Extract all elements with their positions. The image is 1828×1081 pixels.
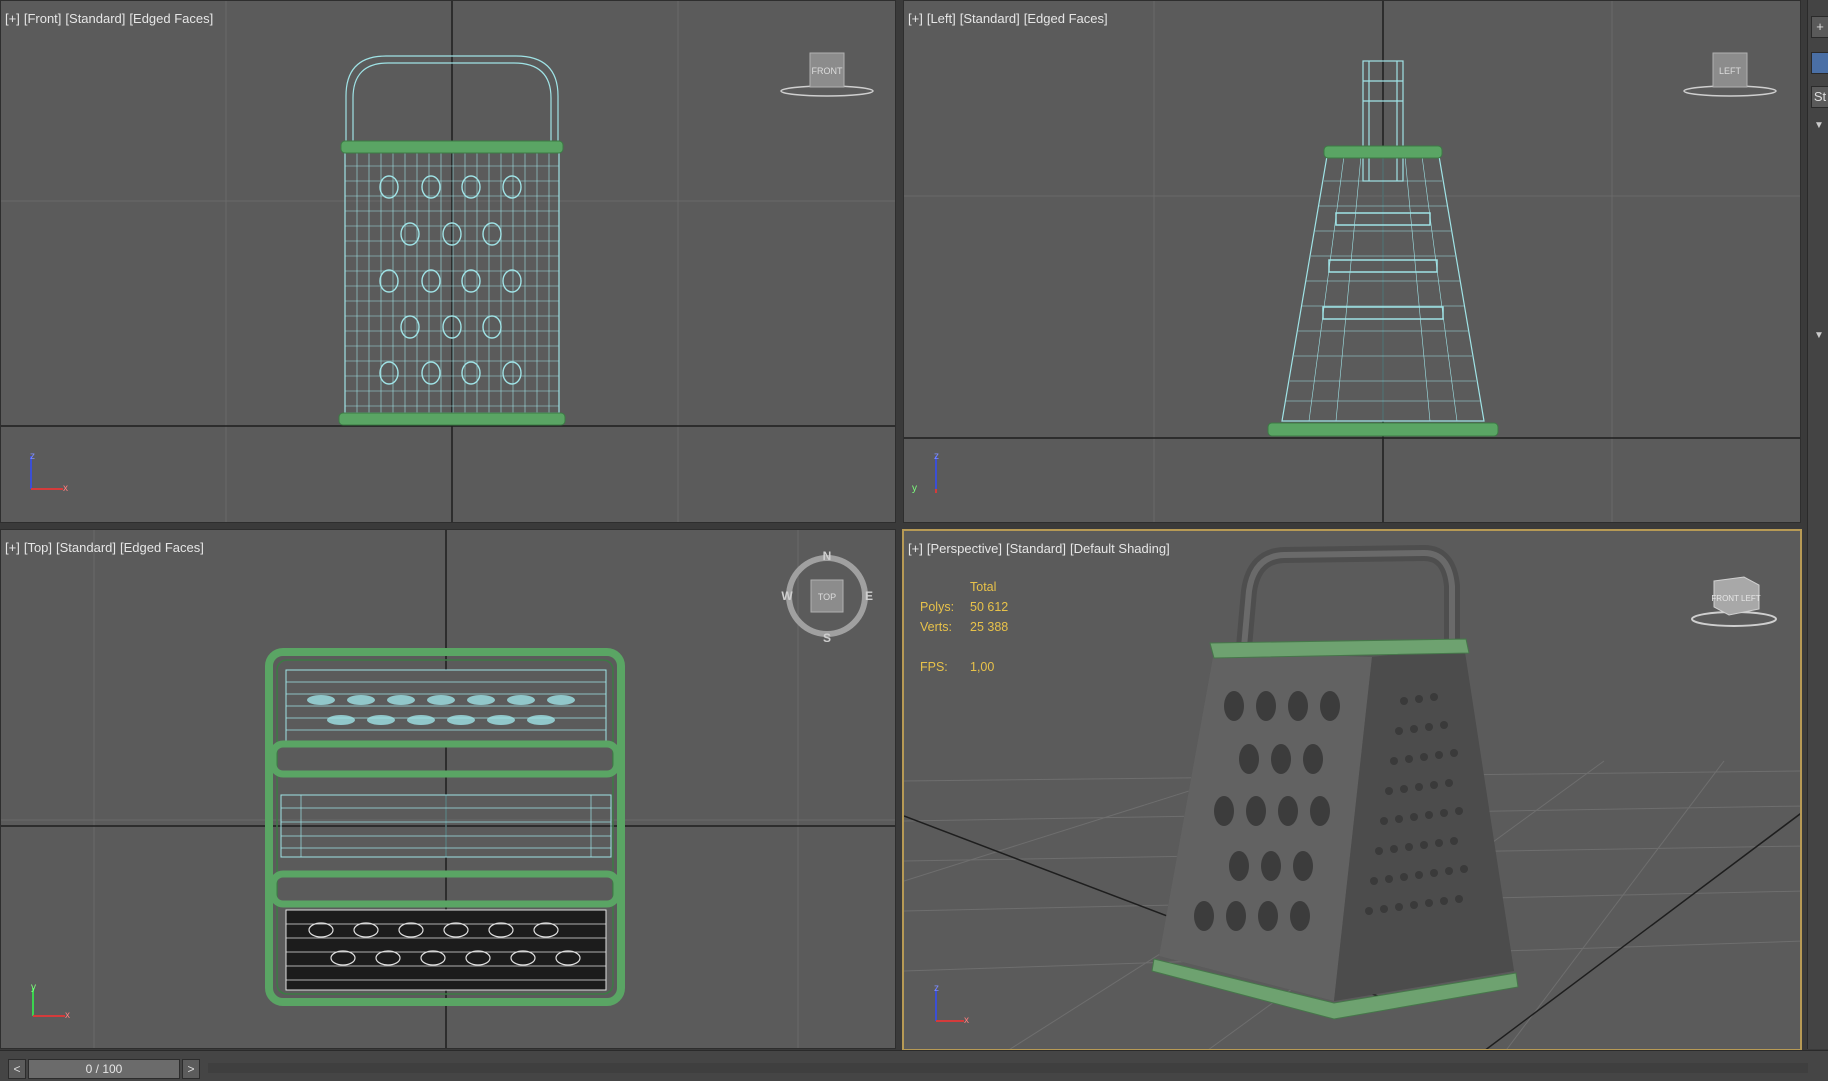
grater-front-bottom-rim — [338, 412, 566, 426]
viewcube-perspective-label: FRONT LEFT — [1711, 594, 1760, 603]
viewport-top-label[interactable]: [+] [Top] [Standard] [Edged Faces] — [5, 540, 208, 555]
grater-side-bottom-rim — [1267, 422, 1499, 437]
viewport-shading-menu[interactable]: [Edged Faces] — [1024, 11, 1108, 26]
front-view-canvas: FRONT z x — [1, 1, 895, 522]
viewcube-front[interactable]: FRONT — [780, 52, 874, 97]
viewport-perspective[interactable]: [+] [Perspective] [Standard] [Default Shadi… — [902, 529, 1802, 1051]
grater-side-top-rim — [1323, 145, 1443, 159]
grater-3d-model — [1151, 544, 1519, 1020]
viewport-left[interactable]: [+] [Left] [Standard] [Edged Faces] LEFT… — [903, 0, 1801, 523]
compass-west-label: W — [781, 589, 793, 603]
stats-verts-value: 25 388 — [970, 620, 1009, 634]
axis-tripod: z y — [912, 451, 939, 494]
command-panel: + St ▼ ▼ — [1807, 0, 1828, 1049]
viewport-standard-menu[interactable]: [Standard] — [1006, 541, 1066, 556]
axis-y-label: y — [912, 483, 917, 494]
stats-polys-value: 50 612 — [970, 600, 1009, 614]
viewcube-top-label: TOP — [818, 592, 836, 602]
compass-north-label: N — [823, 549, 832, 563]
viewcube-left[interactable]: LEFT — [1683, 52, 1777, 97]
compass-south-label: S — [823, 631, 831, 645]
axis-z-label: z — [934, 451, 939, 462]
viewport-top[interactable]: [+] [Top] [Standard] [Edged Faces] TOP N… — [0, 529, 896, 1049]
perspective-view-canvas: FRONT LEFT z x — [904, 544, 1800, 1049]
viewport-view-menu[interactable]: [Left] — [927, 11, 956, 26]
stats-total-label: Total — [970, 580, 997, 594]
axis-z-label: z — [934, 983, 939, 994]
stats-verts-label: Verts: — [920, 620, 952, 634]
viewport-menu-plus[interactable]: [+] — [5, 11, 20, 26]
viewport-standard-menu[interactable]: [Standard] — [65, 11, 125, 26]
viewport-shading-menu[interactable]: [Edged Faces] — [129, 11, 213, 26]
viewport-statistics: Total Polys: 50 612 Verts: 25 388 FPS: 1,00 — [920, 577, 1008, 677]
compass-east-label: E — [865, 589, 873, 603]
object-type-button[interactable] — [1811, 52, 1828, 74]
viewcube-front-label: FRONT — [812, 66, 843, 76]
stats-polys-label: Polys: — [920, 600, 955, 614]
viewport-view-menu[interactable]: [Front] — [24, 11, 62, 26]
left-view-canvas: LEFT z y — [904, 1, 1800, 522]
timeline-track[interactable] — [208, 1063, 1808, 1073]
viewport-shading-menu[interactable]: [Default Shading] — [1070, 541, 1170, 556]
rollout-arrow-icon[interactable]: ▼ — [1814, 120, 1824, 131]
timeline-bar: < 0 / 100 > — [0, 1050, 1828, 1081]
axis-x-label: x — [964, 1015, 969, 1026]
axis-tripod: y x — [31, 982, 70, 1021]
viewport-menu-plus[interactable]: [+] — [5, 540, 20, 555]
viewport-menu-plus[interactable]: [+] — [908, 11, 923, 26]
viewport-perspective-label[interactable]: [+] [Perspective] [Standard] [Default Shadi… — [908, 541, 1174, 556]
standard-primitives-dropdown[interactable]: St — [1811, 86, 1828, 108]
viewport-front-label[interactable]: [+] [Front] [Standard] [Edged Faces] — [5, 11, 217, 26]
viewcube-perspective[interactable]: FRONT LEFT — [1691, 576, 1777, 627]
axis-z-label: z — [30, 451, 35, 462]
viewport-left-label[interactable]: [+] [Left] [Standard] [Edged Faces] — [908, 11, 1112, 26]
viewport-front[interactable]: [+] [Front] [Standard] [Edged Faces] FRO… — [0, 0, 896, 523]
viewport-menu-plus[interactable]: [+] — [908, 541, 923, 556]
axis-tripod: z x — [30, 451, 68, 494]
create-button[interactable]: + — [1811, 16, 1828, 38]
viewport-shading-menu[interactable]: [Edged Faces] — [120, 540, 204, 555]
grater-top-wireframe — [265, 648, 625, 1006]
top-view-canvas: TOP N S E W y x — [1, 530, 895, 1048]
rollout-arrow-icon[interactable]: ▼ — [1814, 330, 1824, 341]
axis-tripod: z x — [934, 983, 969, 1026]
prev-frame-button[interactable]: < — [8, 1059, 26, 1079]
viewport-standard-menu[interactable]: [Standard] — [56, 540, 116, 555]
viewport-view-menu[interactable]: [Top] — [24, 540, 52, 555]
axis-y-label: y — [31, 982, 36, 993]
grater-front-top-rim — [340, 140, 564, 154]
viewport-view-menu[interactable]: [Perspective] — [927, 541, 1002, 556]
stats-fps-value: 1,00 — [970, 660, 995, 674]
next-frame-button[interactable]: > — [182, 1059, 200, 1079]
time-slider[interactable]: 0 / 100 — [28, 1059, 180, 1079]
viewcube-left-label: LEFT — [1719, 66, 1742, 76]
axis-x-label: x — [65, 1010, 70, 1021]
compass-viewcube[interactable]: TOP N S E W — [781, 549, 873, 645]
viewport-standard-menu[interactable]: [Standard] — [960, 11, 1020, 26]
stats-fps-label: FPS: — [920, 660, 948, 674]
axis-x-label: x — [63, 483, 68, 494]
